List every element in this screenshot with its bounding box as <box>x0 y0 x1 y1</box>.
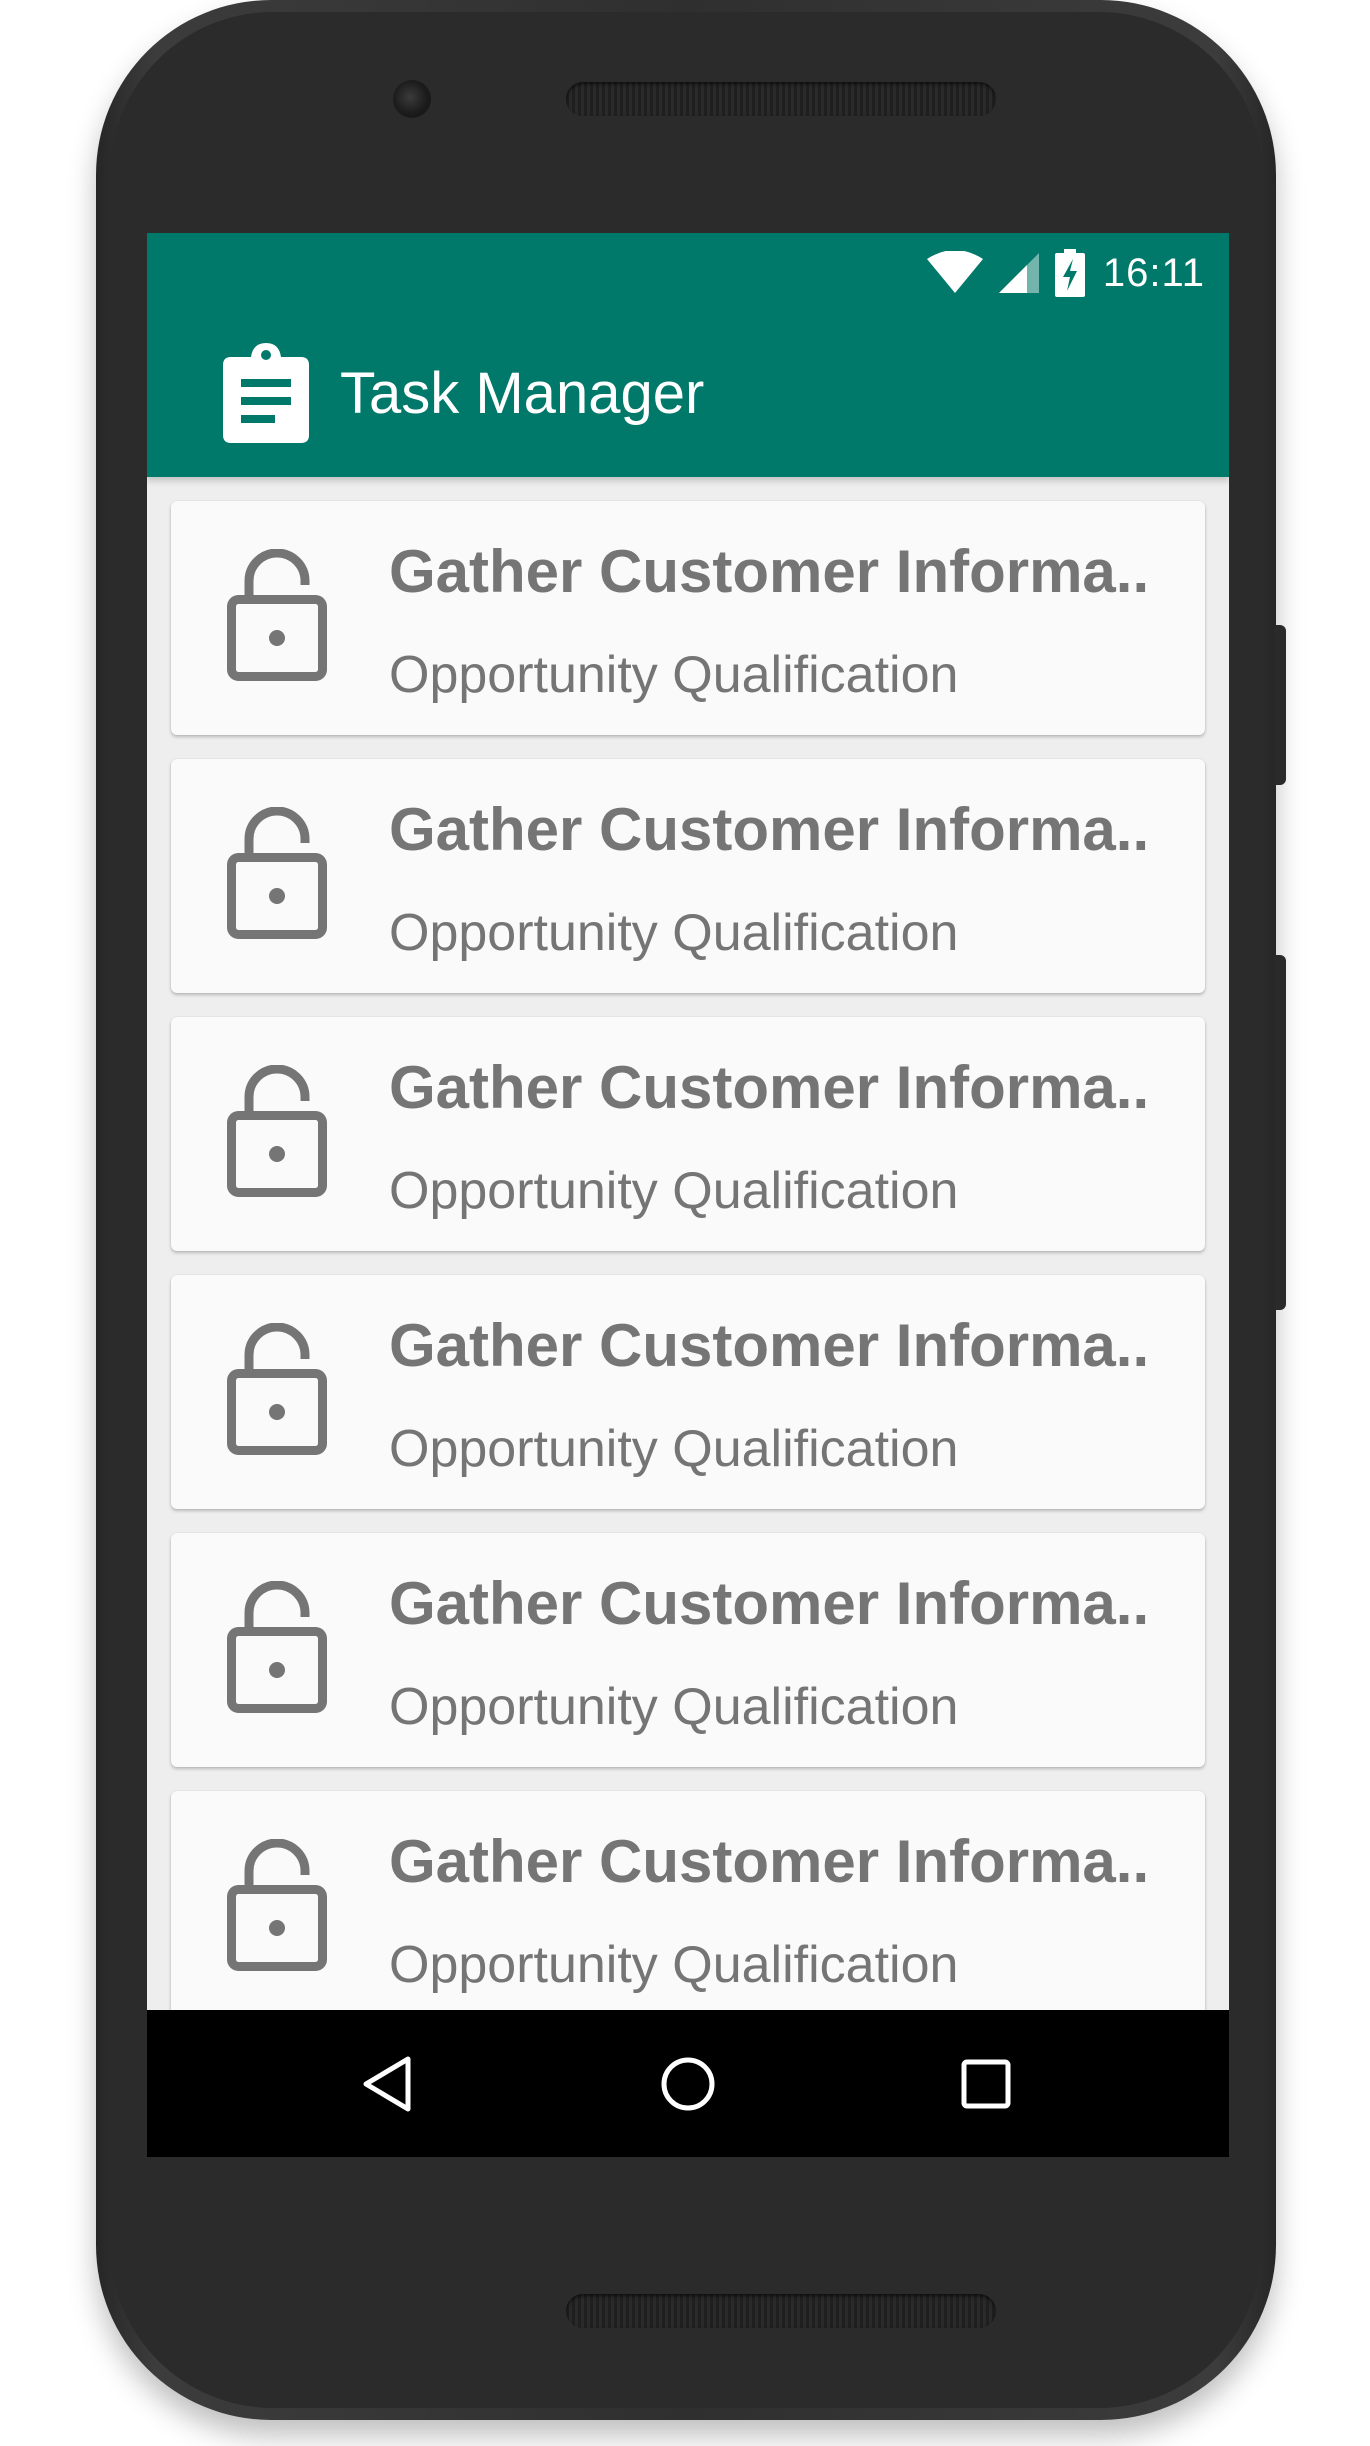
task-title: Gather Customer Informa.. <box>389 1312 1150 1379</box>
task-subtitle: Opportunity Qualification <box>389 1678 959 1736</box>
back-icon[interactable] <box>358 2053 420 2115</box>
clipboard-icon <box>223 343 309 443</box>
task-card[interactable]: Gather Customer Informa.. Opportunity Qu… <box>171 501 1205 735</box>
lock-open-icon <box>227 807 327 939</box>
task-subtitle: Opportunity Qualification <box>389 1420 959 1478</box>
task-title: Gather Customer Informa.. <box>389 1054 1150 1121</box>
task-card[interactable]: Gather Customer Informa.. Opportunity Qu… <box>171 1017 1205 1251</box>
earpiece-speaker <box>566 82 996 116</box>
navigation-bar <box>147 2010 1229 2157</box>
task-card[interactable]: Gather Customer Informa.. Opportunity Qu… <box>171 1791 1205 2025</box>
home-icon[interactable] <box>657 2053 719 2115</box>
recents-icon[interactable] <box>955 2053 1017 2115</box>
task-subtitle: Opportunity Qualification <box>389 1936 959 1994</box>
task-title: Gather Customer Informa.. <box>389 1570 1150 1637</box>
task-title: Gather Customer Informa.. <box>389 796 1150 863</box>
lock-open-icon <box>227 1581 327 1713</box>
app-title: Task Manager <box>340 361 705 426</box>
task-card[interactable]: Gather Customer Informa.. Opportunity Qu… <box>171 759 1205 993</box>
task-title: Gather Customer Informa.. <box>389 538 1150 605</box>
lock-open-icon <box>227 1839 327 1971</box>
device-screen: 16:11 Task Manager Gather Customer Infor… <box>147 233 1229 2157</box>
task-subtitle: Opportunity Qualification <box>389 646 959 704</box>
task-list: Gather Customer Informa.. Opportunity Qu… <box>171 501 1205 2157</box>
battery-charging-icon <box>1054 249 1085 297</box>
task-card[interactable]: Gather Customer Informa.. Opportunity Qu… <box>171 1275 1205 1509</box>
status-time: 16:11 <box>1102 250 1205 295</box>
bottom-speaker <box>566 2294 996 2328</box>
task-subtitle: Opportunity Qualification <box>389 1162 959 1220</box>
task-subtitle: Opportunity Qualification <box>389 904 959 962</box>
task-title: Gather Customer Informa.. <box>389 1828 1150 1895</box>
cell-signal-icon <box>998 253 1039 293</box>
lock-open-icon <box>227 549 327 681</box>
task-card[interactable]: Gather Customer Informa.. Opportunity Qu… <box>171 1533 1205 1767</box>
lock-open-icon <box>227 1065 327 1197</box>
power-button <box>1274 625 1286 785</box>
front-camera <box>393 80 431 118</box>
wifi-icon <box>926 251 983 293</box>
status-icons: 16:11 <box>926 247 1205 299</box>
lock-open-icon <box>227 1323 327 1455</box>
volume-button <box>1274 955 1286 1310</box>
status-bar: 16:11 <box>147 233 1229 313</box>
app-bar: Task Manager <box>147 313 1229 477</box>
